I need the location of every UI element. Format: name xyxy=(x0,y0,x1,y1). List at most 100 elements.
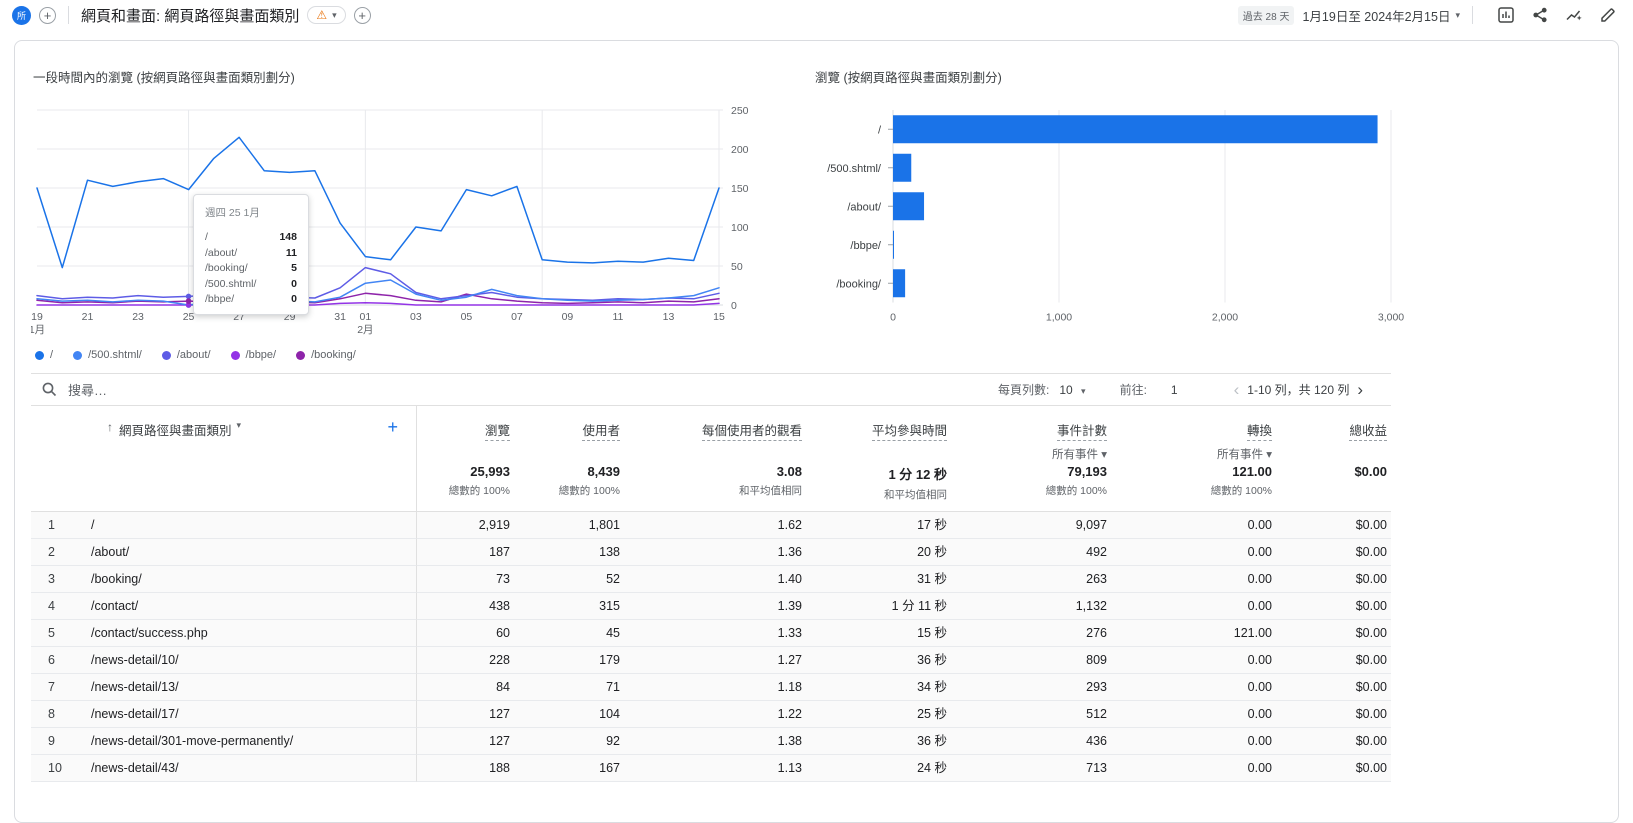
tooltip-title: 週四 25 1月 xyxy=(205,207,260,219)
line-chart-area[interactable]: 0 50 100 150 200 250 19 1月 21 23 25 27 29 31 01 2月 03 05 0… xyxy=(29,102,791,341)
totals-sublabel: 總數的 100% xyxy=(1210,485,1272,497)
metric-header-label[interactable]: 每個使用者的觀看 xyxy=(701,424,802,441)
y-axis-tick: 250 xyxy=(731,105,749,117)
dimension-header-label[interactable]: 網頁路徑與畫面類別 xyxy=(119,420,232,439)
metric-header-label[interactable]: 轉換 xyxy=(1246,424,1272,441)
bar-/500.shtml/[interactable] xyxy=(893,153,912,182)
metric-cell: 1.40 xyxy=(624,566,806,593)
add-dimension-button[interactable]: + xyxy=(387,418,398,436)
column-header-總收益[interactable]: 總收益 xyxy=(1276,406,1391,458)
row-page-path: /contact/success.php xyxy=(87,620,417,647)
bar-chart-title: 瀏覽 (按網頁路徑與畫面類別劃分) xyxy=(815,71,1002,85)
metric-cell: 1.33 xyxy=(624,620,806,647)
metric-header-label[interactable]: 總收益 xyxy=(1349,424,1387,441)
column-header-每個使用者的觀看[interactable]: 每個使用者的觀看 xyxy=(624,406,806,458)
share-icon[interactable] xyxy=(1527,2,1553,28)
metric-cell: 17 秒 xyxy=(806,512,951,539)
customize-report-icon[interactable] xyxy=(1493,2,1519,28)
metric-cell: 1,132 xyxy=(951,593,1111,620)
date-range-selector[interactable]: 1月19日至 2024年2月15日 ▾ xyxy=(1302,6,1460,25)
metric-cell: $0.00 xyxy=(1276,755,1391,782)
tooltip-row: /about/11 xyxy=(205,246,297,259)
totals-cell: $0.00 xyxy=(1276,458,1391,512)
goto-page-label: 前往: xyxy=(1119,383,1147,397)
add-comparison-icon[interactable]: + xyxy=(39,6,56,24)
legend-item[interactable]: /about/ xyxy=(161,349,211,361)
totals-value: 8,439 xyxy=(587,464,620,479)
legend-item[interactable]: / xyxy=(35,349,53,361)
report-title: 網頁和畫面: 網頁路徑與畫面類別 xyxy=(81,7,300,25)
x-axis-month: 2月 xyxy=(357,324,373,336)
legend-dot xyxy=(296,350,306,360)
sort-ascending-icon[interactable]: ↑ xyxy=(107,420,113,434)
metric-header-label[interactable]: 使用者 xyxy=(582,424,620,441)
column-header-轉換[interactable]: 轉換 所有事件 ▾ xyxy=(1111,406,1276,461)
bar-/about/[interactable] xyxy=(893,192,925,221)
chart-legend: / /500.shtml/ /about/ /bbpe/ /booking/ xyxy=(35,349,791,361)
legend-item[interactable]: /bbpe/ xyxy=(230,349,276,361)
category-label: /500.shtml/ xyxy=(827,163,882,175)
column-header-使用者[interactable]: 使用者 xyxy=(514,406,624,458)
x-axis-tick: 03 xyxy=(410,311,422,323)
metric-cell: 0.00 xyxy=(1111,647,1276,674)
metric-cell: $0.00 xyxy=(1276,566,1391,593)
totals-sublabel: 總數的 100% xyxy=(448,485,510,497)
bar-/bbpe/[interactable] xyxy=(893,230,894,259)
column-header-dimension[interactable]: ↑ 網頁路徑與畫面類別 ▾ + xyxy=(31,406,417,458)
metric-cell: 31 秒 xyxy=(806,566,951,593)
goto-page-input[interactable]: 1 xyxy=(1157,383,1192,397)
data-table: ↑ 網頁路徑與畫面類別 ▾ + 瀏覽 使用者 每個使用者的觀看 平均參與時間 事件計數 所有事件 … xyxy=(31,406,1391,782)
row-number: 8 xyxy=(31,701,87,728)
metric-cell: 315 xyxy=(514,593,624,620)
row-page-path: /about/ xyxy=(87,539,417,566)
insights-icon[interactable] xyxy=(1561,2,1587,28)
row-number: 9 xyxy=(31,728,87,755)
bar-/booking/[interactable] xyxy=(893,269,906,298)
metric-cell: 187 xyxy=(417,539,514,566)
next-page-icon[interactable]: › xyxy=(1349,381,1371,398)
x-axis-tick: 21 xyxy=(82,311,94,323)
rows-per-page-select[interactable]: 10 ▾ xyxy=(1059,383,1085,397)
metric-cell: 1.27 xyxy=(624,647,806,674)
prev-page-icon[interactable]: ‹ xyxy=(1226,381,1248,398)
totals-cell: 8,439 總數的 100% xyxy=(514,458,624,512)
totals-value: 121.00 xyxy=(1232,464,1272,479)
row-number: 7 xyxy=(31,674,87,701)
bar-chart-svg[interactable]: 0 1,000 2,000 3,000 / /500.shtml/ /about/ /bbpe… xyxy=(813,102,1413,342)
legend-item[interactable]: /500.shtml/ xyxy=(73,349,142,361)
x-axis-month: 1月 xyxy=(31,324,45,336)
column-header-平均參與時間[interactable]: 平均參與時間 xyxy=(806,406,951,458)
hover-marker xyxy=(185,298,192,304)
search-input[interactable]: 搜尋… xyxy=(41,380,107,399)
totals-cell: 121.00 總數的 100% xyxy=(1111,458,1276,512)
metric-cell: 1 分 11 秒 xyxy=(806,593,951,620)
metric-cell: 71 xyxy=(514,674,624,701)
bar-/[interactable] xyxy=(893,115,1378,144)
column-header-事件計數[interactable]: 事件計數 所有事件 ▾ xyxy=(951,406,1111,461)
metric-cell: 0.00 xyxy=(1111,512,1276,539)
metric-cell: 1.62 xyxy=(624,512,806,539)
metric-cell: 84 xyxy=(417,674,514,701)
metric-header-label[interactable]: 平均參與時間 xyxy=(871,424,947,441)
metric-cell: 2,919 xyxy=(417,512,514,539)
metric-cell: 512 xyxy=(951,701,1111,728)
edit-icon[interactable] xyxy=(1595,2,1621,28)
metric-cell: 1.18 xyxy=(624,674,806,701)
divider xyxy=(68,6,69,24)
metric-header-label[interactable]: 事件計數 xyxy=(1056,424,1107,441)
row-page-path: /news-detail/43/ xyxy=(87,755,417,782)
data-quality-pill[interactable]: ⚠ ▾ xyxy=(307,6,346,24)
legend-item[interactable]: /booking/ xyxy=(296,349,356,361)
property-badge[interactable]: 所 xyxy=(12,5,31,25)
x-axis-tick: 11 xyxy=(613,311,624,323)
x-axis-tick: 1,000 xyxy=(1046,312,1072,324)
chevron-down-icon: ▾ xyxy=(1455,9,1460,20)
metric-cell: 0.00 xyxy=(1111,728,1276,755)
legend-label: /booking/ xyxy=(311,349,356,361)
metric-header-label[interactable]: 瀏覽 xyxy=(484,424,510,441)
metric-cell: 127 xyxy=(417,728,514,755)
add-filter-icon[interactable]: + xyxy=(353,6,371,24)
row-number: 1 xyxy=(31,512,87,539)
column-header-瀏覽[interactable]: 瀏覽 xyxy=(417,406,514,458)
totals-cell: 79,193 總數的 100% xyxy=(951,458,1111,512)
